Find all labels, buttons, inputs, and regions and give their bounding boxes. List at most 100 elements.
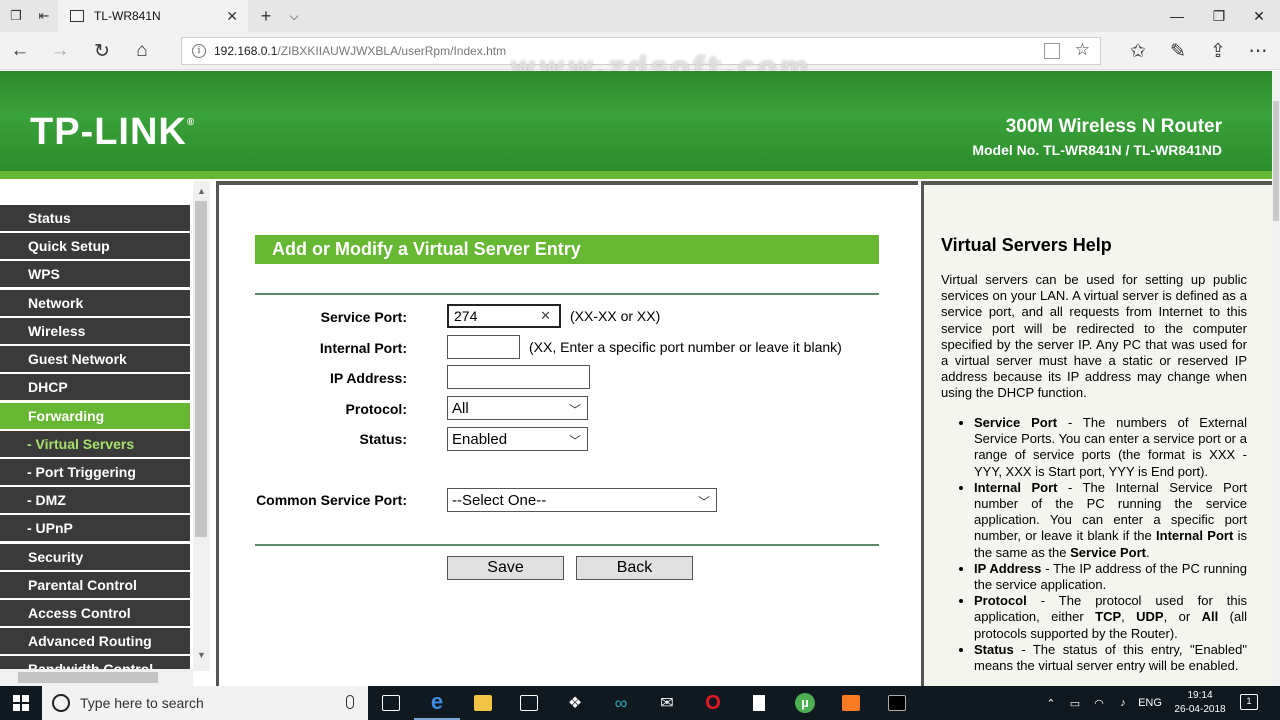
page-favicon-icon xyxy=(70,10,84,22)
menu-item-forwarding[interactable]: Forwarding xyxy=(0,403,190,429)
menu-item-wireless[interactable]: Wireless xyxy=(0,318,190,344)
menu-item-quick-setup[interactable]: Quick Setup xyxy=(0,233,190,259)
help-term: UDP xyxy=(1136,609,1164,625)
refresh-icon[interactable]: ↻ xyxy=(82,32,122,70)
task-view-icon[interactable] xyxy=(368,686,414,720)
service-port-label: Service Port: xyxy=(320,309,407,325)
document-icon[interactable] xyxy=(736,686,782,720)
protocol-select[interactable]: All ﹀ xyxy=(447,396,588,420)
help-term: Service Port xyxy=(974,415,1058,430)
edge-browser-icon[interactable]: e xyxy=(414,686,460,720)
help-term: Status xyxy=(974,641,1014,657)
share-icon[interactable]: ⇪ xyxy=(1198,32,1238,70)
new-tab-button[interactable]: + xyxy=(256,0,276,32)
common-service-port-select[interactable]: --Select One-- ﹀ xyxy=(447,488,717,512)
favorites-hub-icon[interactable]: ✩ xyxy=(1118,32,1158,70)
tab-preview-icon[interactable]: ⇤ xyxy=(30,0,58,32)
tabs-aside-icon[interactable]: ❐ xyxy=(2,0,30,32)
help-term: Internal Port xyxy=(1156,528,1234,544)
page-scrollbar[interactable] xyxy=(1272,71,1280,686)
xampp-icon[interactable] xyxy=(828,686,874,720)
logo-registered-mark: ® xyxy=(186,117,196,128)
menu-hscroll-thumb[interactable] xyxy=(18,672,158,683)
menu-item-upnp[interactable]: - UPnP xyxy=(0,515,190,541)
menu-item-port-triggering[interactable]: - Port Triggering xyxy=(0,459,190,485)
opera-icon[interactable]: O xyxy=(690,686,736,720)
reading-view-icon[interactable] xyxy=(1044,43,1060,59)
menu-item-parental-control[interactable]: Parental Control xyxy=(0,572,190,598)
help-term: Internal Port xyxy=(974,479,1058,495)
url-host: 192.168.0.1 xyxy=(214,44,278,58)
more-menu-icon[interactable]: ⋯ xyxy=(1238,32,1278,70)
menu-item-dhcp[interactable]: DHCP xyxy=(0,374,190,400)
menu-item-advanced-routing[interactable]: Advanced Routing xyxy=(0,628,190,654)
menu-scrollbar-thumb[interactable] xyxy=(195,201,207,537)
internal-port-input[interactable] xyxy=(447,335,520,359)
clear-input-icon[interactable]: ✕ xyxy=(540,308,551,324)
scroll-up-icon[interactable]: ▲ xyxy=(193,183,210,199)
tp-link-logo: TP-LINK® xyxy=(30,111,195,154)
address-bar[interactable]: i 192.168.0.1 /ZIBXKIIAUWJWXBLA/userRpm/… xyxy=(181,37,1101,65)
menu-item-dmz[interactable]: - DMZ xyxy=(0,487,190,513)
page-scrollbar-thumb[interactable] xyxy=(1273,101,1279,221)
favorite-star-icon[interactable]: ☆ xyxy=(1075,40,1090,60)
store-icon[interactable] xyxy=(506,686,552,720)
scroll-down-icon[interactable]: ▼ xyxy=(193,647,210,663)
minimize-button[interactable]: — xyxy=(1154,0,1200,32)
command-prompt-icon[interactable] xyxy=(874,686,920,720)
close-window-button[interactable]: ✕ xyxy=(1236,0,1280,32)
ip-address-input[interactable] xyxy=(447,365,590,389)
help-title: Virtual Servers Help xyxy=(941,235,1112,255)
dropbox-icon[interactable]: ❖ xyxy=(552,686,598,720)
arduino-icon[interactable]: ∞ xyxy=(598,686,644,720)
protocol-value: All xyxy=(452,399,469,417)
wifi-icon[interactable]: ◠ xyxy=(1088,686,1110,720)
search-placeholder: Type here to search xyxy=(80,695,204,711)
help-item-service-port: Service Port - The numbers of External S… xyxy=(974,415,1247,480)
status-value: Enabled xyxy=(452,430,508,448)
menu-item-status[interactable]: Status xyxy=(0,205,190,231)
main-content: Add or Modify a Virtual Server Entry Ser… xyxy=(216,181,918,686)
menu-item-guest-network[interactable]: Guest Network xyxy=(0,346,190,372)
back-button[interactable]: Back xyxy=(576,556,693,580)
status-select[interactable]: Enabled ﹀ xyxy=(447,427,588,451)
mail-icon[interactable]: ✉ xyxy=(644,686,690,720)
menu-vertical-scrollbar[interactable]: ▲ ▼ xyxy=(193,181,210,671)
file-explorer-icon[interactable] xyxy=(460,686,506,720)
volume-icon[interactable]: ♪ xyxy=(1112,686,1134,720)
show-hidden-icons-chevron-icon[interactable]: ⌃ xyxy=(1040,686,1062,720)
menu-item-access-control[interactable]: Access Control xyxy=(0,600,190,626)
utorrent-icon[interactable]: µ xyxy=(782,686,828,720)
tab-list-chevron-icon[interactable]: ⌵ xyxy=(284,0,304,32)
menu-item-network[interactable]: Network xyxy=(0,290,190,316)
back-arrow-icon[interactable]: ← xyxy=(0,32,40,70)
menu-item-wps[interactable]: WPS xyxy=(0,261,190,287)
help-text: - The status of this entry, "Enabled" me… xyxy=(974,641,1247,674)
action-center-icon[interactable]: 1 xyxy=(1240,694,1258,710)
taskbar-clock[interactable]: 19:14 26-04-2018 xyxy=(1172,689,1228,717)
save-button[interactable]: Save xyxy=(447,556,564,580)
help-term: IP Address xyxy=(974,560,1042,576)
help-term: All xyxy=(1201,609,1219,625)
battery-icon[interactable]: ▭ xyxy=(1064,686,1086,720)
chevron-down-icon: ﹀ xyxy=(568,403,581,417)
menu-item-virtual-servers[interactable]: - Virtual Servers xyxy=(0,431,190,457)
site-info-icon[interactable]: i xyxy=(192,44,206,58)
help-term: Service Port xyxy=(1070,544,1146,560)
microphone-icon[interactable] xyxy=(346,695,354,709)
tab-close-icon[interactable]: ✕ xyxy=(226,8,238,25)
help-text: , xyxy=(1121,609,1137,625)
menu-item-security[interactable]: Security xyxy=(0,544,190,570)
start-button[interactable] xyxy=(0,686,42,720)
home-icon[interactable]: ⌂ xyxy=(122,32,162,70)
taskbar-search-box[interactable]: Type here to search xyxy=(42,686,368,720)
service-port-value: 274 xyxy=(454,308,478,324)
service-port-input[interactable]: 274 ✕ xyxy=(447,304,561,328)
menu-horizontal-scrollbar[interactable] xyxy=(0,669,193,686)
forward-arrow-icon[interactable]: → xyxy=(40,32,80,70)
help-term: Protocol xyxy=(974,593,1027,609)
browser-tab[interactable]: TL-WR841N ✕ xyxy=(58,0,248,32)
language-indicator[interactable]: ENG xyxy=(1136,686,1164,720)
web-note-pen-icon[interactable]: ✎ xyxy=(1158,32,1198,70)
protocol-label: Protocol: xyxy=(345,401,407,417)
